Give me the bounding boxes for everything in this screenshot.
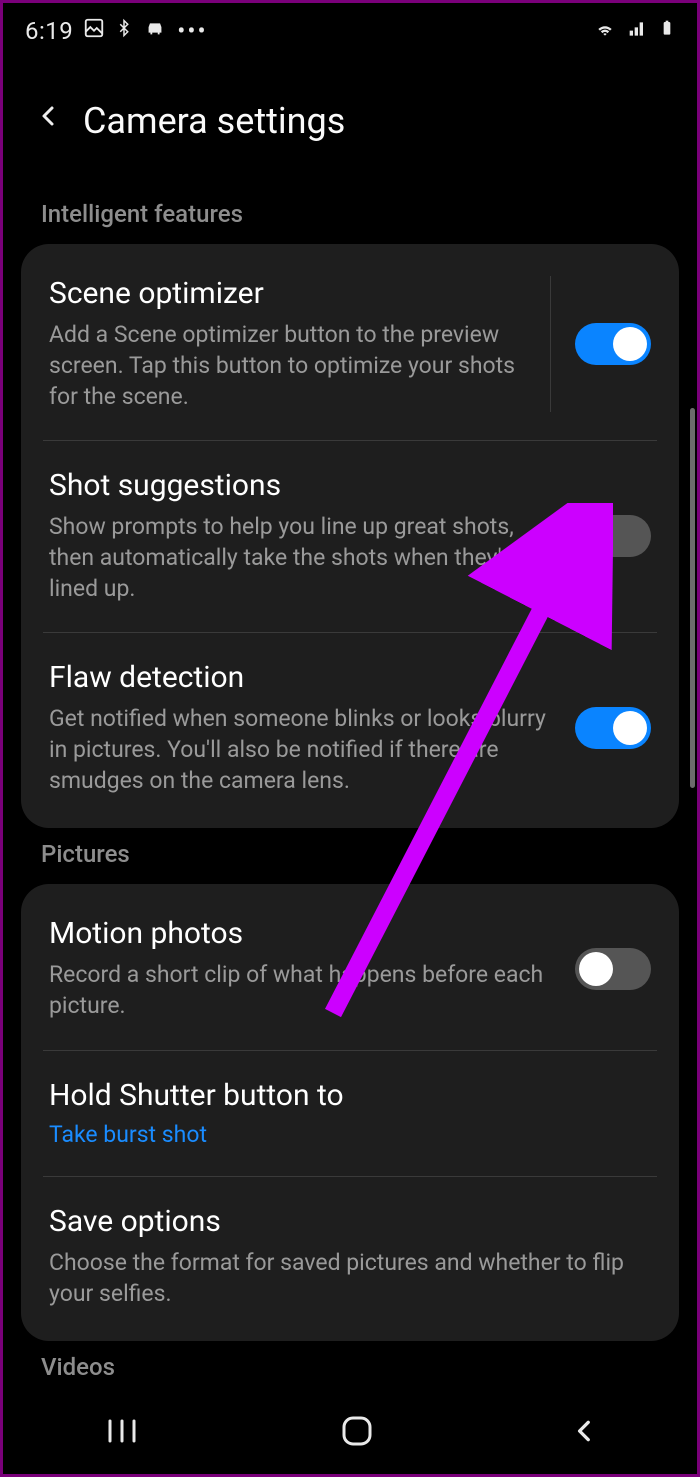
row-title: Save options (49, 1204, 651, 1239)
status-bar: 6:19 ••• (3, 3, 697, 57)
card-pictures: Motion photos Record a short clip of wha… (21, 884, 679, 1340)
car-icon (143, 17, 167, 45)
more-icon: ••• (177, 17, 207, 45)
card-intelligent: Scene optimizer Add a Scene optimizer bu… (21, 244, 679, 828)
bluetooth-icon (115, 17, 133, 45)
row-desc: Choose the format for saved pictures and… (49, 1247, 651, 1309)
wifi-icon (593, 17, 617, 45)
row-title: Flaw detection (49, 660, 557, 695)
toggle-scene-optimizer[interactable] (575, 323, 651, 365)
row-shot-suggestions[interactable]: Shot suggestions Show prompts to help yo… (21, 440, 679, 632)
gallery-icon (83, 17, 105, 45)
row-title: Scene optimizer (49, 276, 532, 311)
row-title: Motion photos (49, 916, 557, 951)
toggle-motion-photos[interactable] (575, 948, 651, 990)
scrollbar-indicator[interactable] (690, 408, 695, 788)
row-title: Hold Shutter button to (49, 1078, 651, 1113)
row-title: Shot suggestions (49, 468, 557, 503)
nav-back-icon[interactable] (572, 1416, 598, 1446)
status-time: 6:19 (25, 17, 73, 45)
row-desc: Show prompts to help you line up great s… (49, 511, 557, 604)
section-label-pictures: Pictures (21, 828, 679, 884)
signal-icon (627, 17, 649, 45)
nav-bar (3, 1388, 697, 1474)
toggle-shot-suggestions[interactable] (575, 515, 651, 557)
battery-icon (659, 16, 675, 46)
row-desc: Record a short clip of what happens befo… (49, 959, 557, 1021)
row-value: Take burst shot (49, 1121, 651, 1148)
page-title: Camera settings (83, 100, 345, 142)
content[interactable]: Intelligent features Scene optimizer Add… (3, 160, 697, 1397)
row-flaw-detection[interactable]: Flaw detection Get notified when someone… (21, 632, 679, 824)
status-right (593, 16, 675, 46)
toggle-flaw-detection[interactable] (575, 707, 651, 749)
page-header: Camera settings (3, 57, 697, 160)
status-left: 6:19 ••• (25, 17, 208, 45)
row-desc: Add a Scene optimizer button to the prev… (49, 319, 532, 412)
row-hold-shutter[interactable]: Hold Shutter button to Take burst shot (21, 1050, 679, 1176)
row-scene-optimizer[interactable]: Scene optimizer Add a Scene optimizer bu… (21, 248, 679, 440)
row-motion-photos[interactable]: Motion photos Record a short clip of wha… (21, 888, 679, 1049)
row-desc: Get notified when someone blinks or look… (49, 703, 557, 796)
home-icon[interactable] (340, 1414, 374, 1448)
section-label-intelligent: Intelligent features (21, 188, 679, 244)
toggle-separator (550, 276, 551, 412)
recents-icon[interactable] (102, 1417, 142, 1445)
row-save-options[interactable]: Save options Choose the format for saved… (21, 1176, 679, 1337)
back-icon[interactable] (37, 99, 61, 142)
